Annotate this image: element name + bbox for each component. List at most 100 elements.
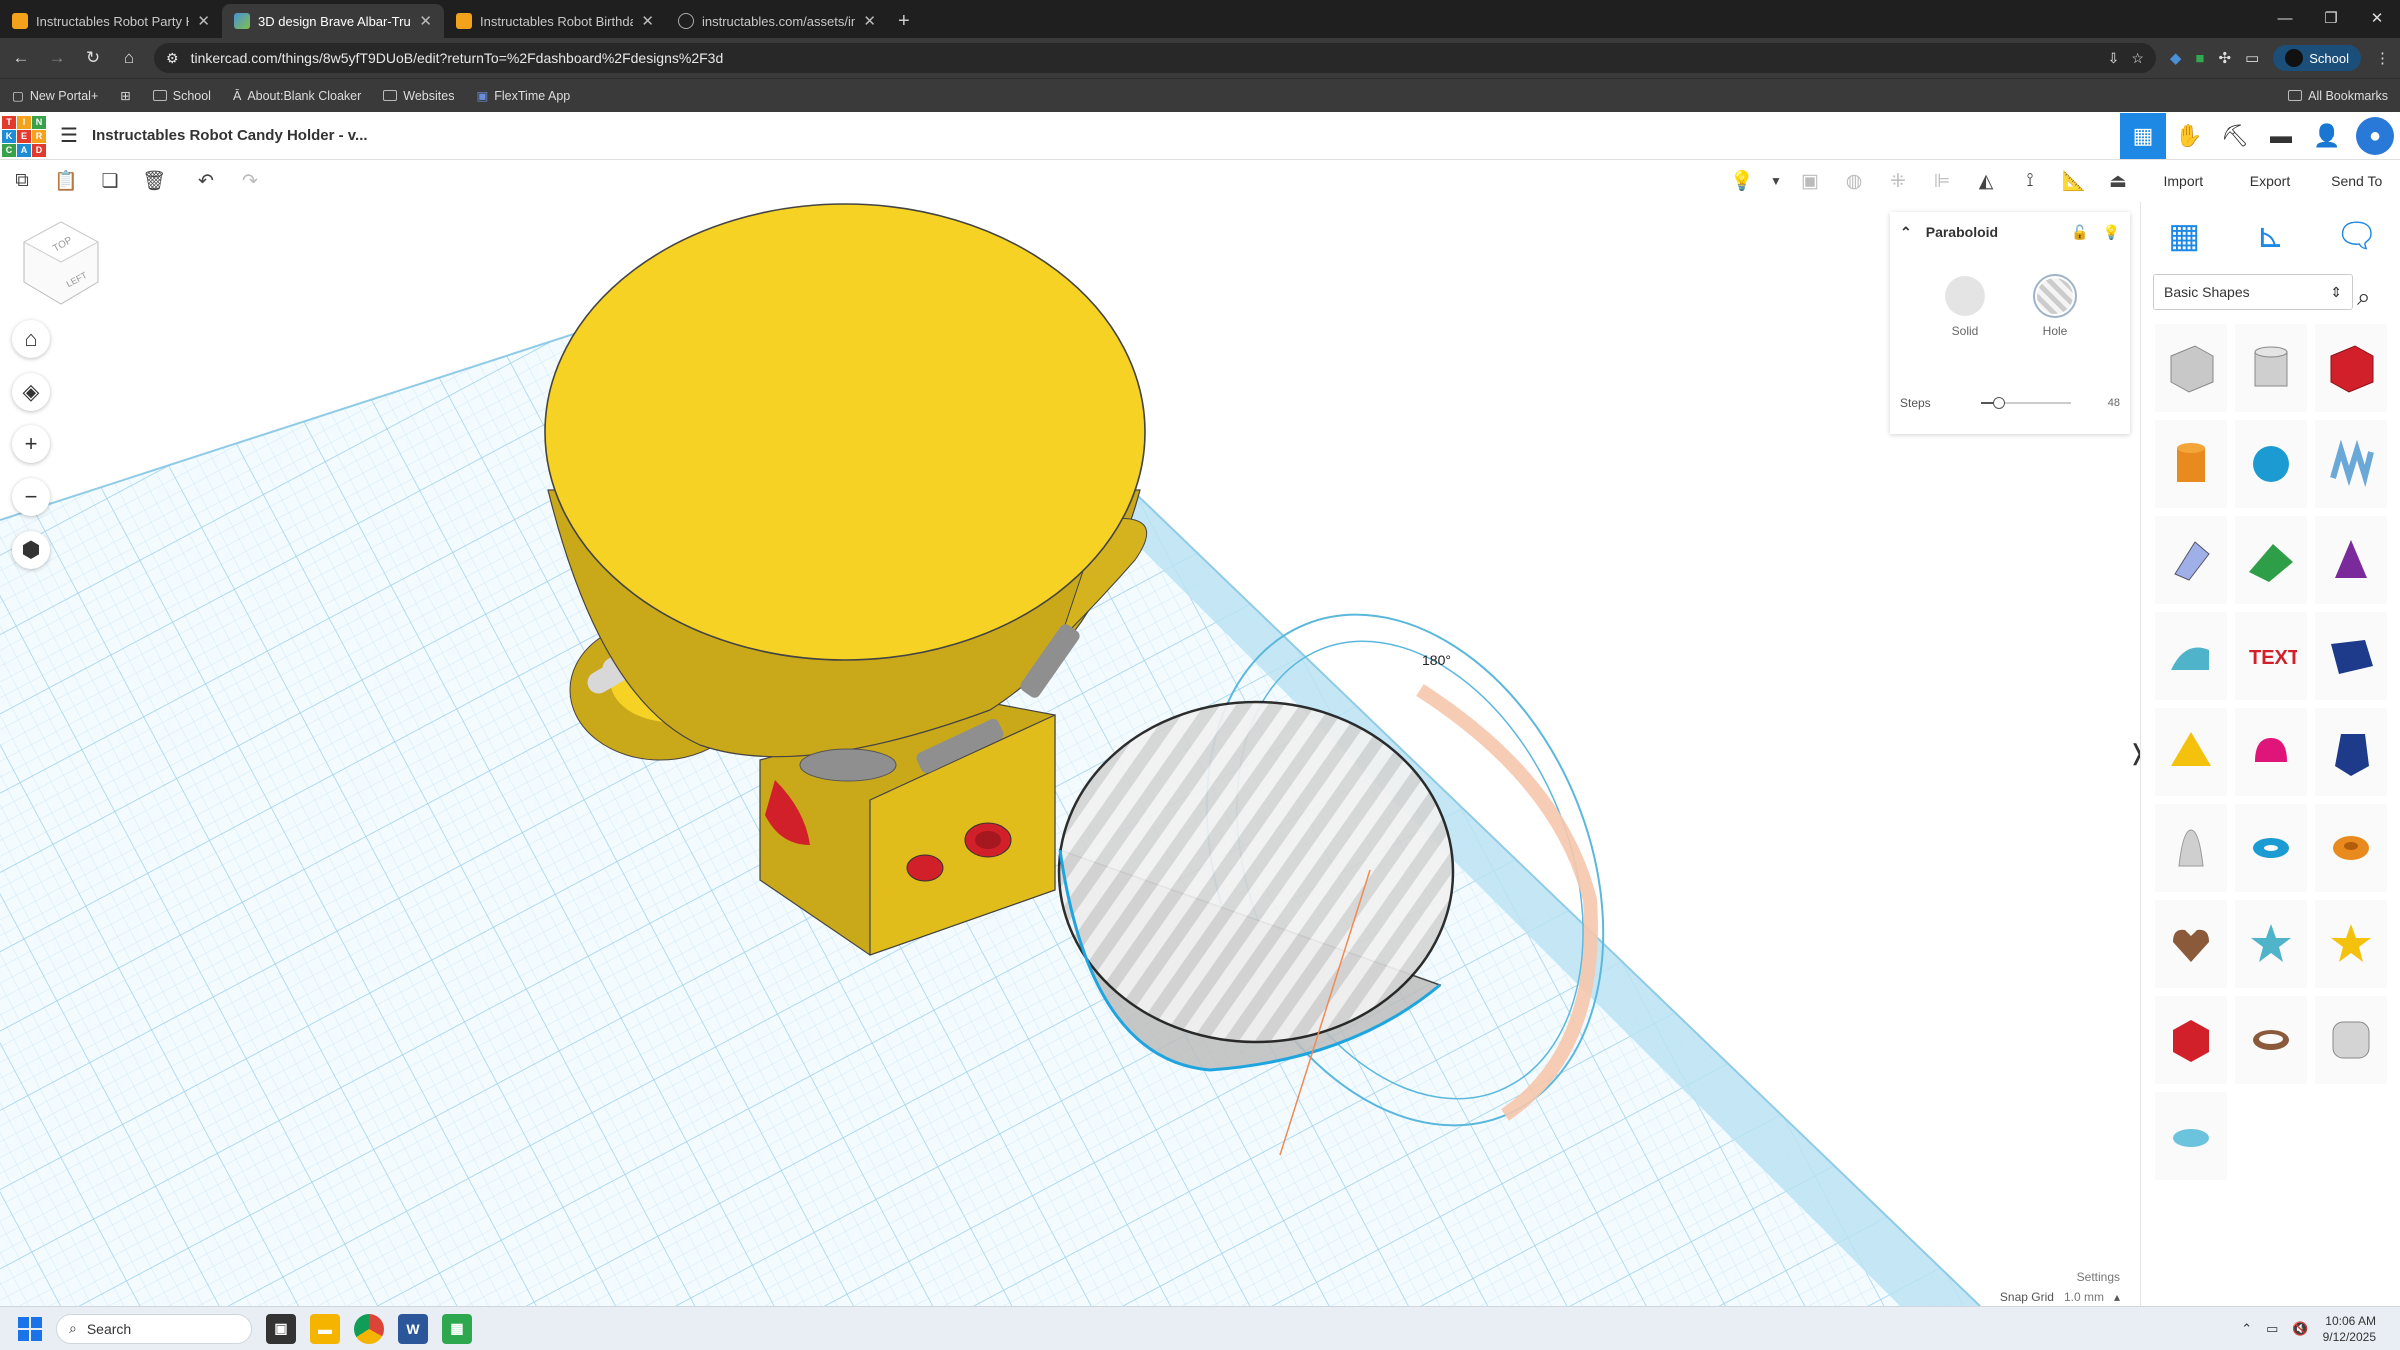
shape-scribble[interactable] xyxy=(2315,420,2387,508)
close-icon[interactable]: ✕ xyxy=(197,12,210,30)
reload-icon[interactable]: ↻ xyxy=(82,48,104,68)
settings-link[interactable]: Settings xyxy=(2077,1270,2120,1284)
shape-cylinder[interactable] xyxy=(2155,420,2227,508)
snap-grid-value[interactable]: 1.0 mm xyxy=(2064,1290,2104,1304)
undo-icon[interactable]: ↶ xyxy=(184,161,228,201)
delete-icon[interactable]: 🗑 xyxy=(132,161,176,201)
extensions-puzzle-icon[interactable]: ✣ xyxy=(2218,49,2231,67)
duplicate-icon[interactable]: ❏ xyxy=(88,161,132,201)
design-menu-icon[interactable]: ☰ xyxy=(60,123,78,148)
grid-view-icon[interactable]: ▦ xyxy=(2154,211,2214,261)
copy-icon[interactable]: ⧉ xyxy=(0,161,44,201)
shape-box[interactable] xyxy=(2315,324,2387,412)
file-explorer-icon[interactable]: ▬ xyxy=(310,1313,340,1344)
mirror-icon[interactable]: ◭ xyxy=(1964,161,2008,201)
fit-view-icon[interactable]: ◈ xyxy=(12,373,50,411)
zoom-in-icon[interactable]: + xyxy=(12,425,50,463)
user-avatar[interactable]: ● xyxy=(2356,117,2394,155)
shape-pyramid[interactable] xyxy=(2155,708,2227,796)
redo-icon[interactable]: ↷ xyxy=(228,161,272,201)
collapse-chevron-icon[interactable]: ⌃ xyxy=(1900,224,1912,241)
steps-slider-knob[interactable] xyxy=(1992,397,2005,409)
paste-icon[interactable]: 📋 xyxy=(44,161,88,201)
maximize-icon[interactable]: ❐ xyxy=(2308,0,2354,36)
briefcase-icon[interactable]: ▬ xyxy=(2258,113,2304,159)
snap-up-icon[interactable]: ▴ xyxy=(2114,1290,2120,1304)
browser-tab-3[interactable]: Instructables Robot Birthday Pa ✕ xyxy=(444,4,666,38)
view-cube[interactable]: TOP LEFT xyxy=(22,220,100,306)
shape-cylinder-hole[interactable] xyxy=(2235,324,2307,412)
shape-star-gold[interactable] xyxy=(2315,900,2387,988)
shape-rounded-box[interactable] xyxy=(2315,996,2387,1084)
extension-icon[interactable]: ◆ xyxy=(2170,49,2182,67)
import-button[interactable]: Import xyxy=(2140,160,2227,202)
profile-button[interactable]: School xyxy=(2273,45,2361,71)
shape-roof[interactable] xyxy=(2235,516,2307,604)
site-info-icon[interactable]: ⚙ xyxy=(166,50,179,67)
close-window-icon[interactable]: ✕ xyxy=(2354,0,2400,36)
shape-shape-generator[interactable] xyxy=(2155,516,2227,604)
new-tab-button[interactable]: + xyxy=(888,4,920,38)
network-icon[interactable]: ▭ xyxy=(2266,1321,2278,1337)
shape-text[interactable]: TEXT xyxy=(2235,612,2307,700)
shape-ring[interactable] xyxy=(2235,996,2307,1084)
bookmark-flextime[interactable]: ▣ FlexTime App xyxy=(476,88,570,104)
blocks-icon[interactable]: ✋ xyxy=(2166,113,2212,159)
shape-polygon-box[interactable] xyxy=(2315,612,2387,700)
shape-torus[interactable] xyxy=(2235,804,2307,892)
shape-tube[interactable] xyxy=(2315,804,2387,892)
search-icon[interactable]: ⌕ xyxy=(2357,284,2370,312)
paraboloid-hole[interactable] xyxy=(1057,700,1455,1044)
browser-menu-icon[interactable]: ⋮ xyxy=(2375,49,2390,67)
shape-heart[interactable] xyxy=(2155,900,2227,988)
app-icon[interactable]: ▦ xyxy=(442,1313,472,1344)
workplane[interactable]: 180° xyxy=(0,202,2140,1306)
light-icon[interactable]: 💡 xyxy=(2103,224,2120,241)
shape-paraboloid[interactable] xyxy=(2155,804,2227,892)
note-icon[interactable]: ⏏ xyxy=(2096,161,2140,201)
apps-grid-icon[interactable]: ⊞ xyxy=(120,88,130,103)
taskbar-search[interactable]: ⌕ Search xyxy=(56,1313,252,1344)
close-icon[interactable]: ✕ xyxy=(641,12,654,30)
send-to-button[interactable]: Send To xyxy=(2313,160,2400,202)
volume-icon[interactable]: 🔇 xyxy=(2292,1321,2308,1337)
task-view-icon[interactable]: ▣ xyxy=(266,1313,296,1344)
back-icon[interactable]: ← xyxy=(10,48,32,68)
perspective-icon[interactable]: ⬢ xyxy=(12,531,50,569)
home-view-icon[interactable]: ⌂ xyxy=(12,320,50,358)
shape-icosahedron[interactable] xyxy=(2155,996,2227,1084)
ruler-icon[interactable]: 📐 xyxy=(2052,161,2096,201)
ruler-view-icon[interactable]: ⊾ xyxy=(2240,211,2300,261)
shape-disc[interactable] xyxy=(2155,1092,2227,1180)
forward-icon[interactable]: → xyxy=(46,48,68,68)
chrome-icon[interactable] xyxy=(354,1313,384,1344)
ungroup-icon[interactable]: ◍ xyxy=(1832,161,1876,201)
minimize-icon[interactable]: — xyxy=(2262,0,2308,36)
zoom-out-icon[interactable]: − xyxy=(12,478,50,516)
light-bulb-icon[interactable]: 💡 xyxy=(1720,161,1764,201)
shape-box-hole[interactable] xyxy=(2155,324,2227,412)
clock[interactable]: 10:06 AM 9/12/2025 xyxy=(2323,1313,2376,1345)
extension-icon[interactable]: ■ xyxy=(2195,50,2204,67)
word-icon[interactable]: W xyxy=(398,1313,428,1344)
shape-star[interactable] xyxy=(2235,900,2307,988)
chevron-down-icon[interactable]: ▼ xyxy=(1764,161,1788,201)
notes-icon[interactable]: 🗨 xyxy=(2327,211,2387,261)
bookmark-star-icon[interactable]: ☆ xyxy=(2131,50,2144,67)
steps-slider[interactable] xyxy=(1980,397,2071,409)
3d-view-icon[interactable]: ▦ xyxy=(2120,113,2166,159)
home-icon[interactable]: ⌂ xyxy=(118,48,140,68)
windows-start-icon[interactable] xyxy=(18,1316,42,1341)
bookmark-cloaker[interactable]: Ā About:Blank Cloaker xyxy=(233,89,361,103)
steps-value[interactable]: 48 xyxy=(2108,397,2120,409)
group-icon[interactable]: ▣ xyxy=(1788,161,1832,201)
shape-polygon[interactable] xyxy=(2315,708,2387,796)
browser-tab-4[interactable]: instructables.com/assets/img/i ✕ xyxy=(666,4,888,38)
bookmark-websites[interactable]: Websites xyxy=(383,89,454,103)
pickaxe-icon[interactable]: ⛏ xyxy=(2212,113,2258,159)
shape-cone[interactable] xyxy=(2315,516,2387,604)
tinkercad-logo[interactable]: T I N K E R C A D xyxy=(2,115,46,157)
hole-option[interactable]: Hole xyxy=(2025,274,2085,338)
browser-tab-1[interactable]: Instructables Robot Party Hat - ✕ xyxy=(0,4,222,38)
shape-round-roof[interactable] xyxy=(2155,612,2227,700)
